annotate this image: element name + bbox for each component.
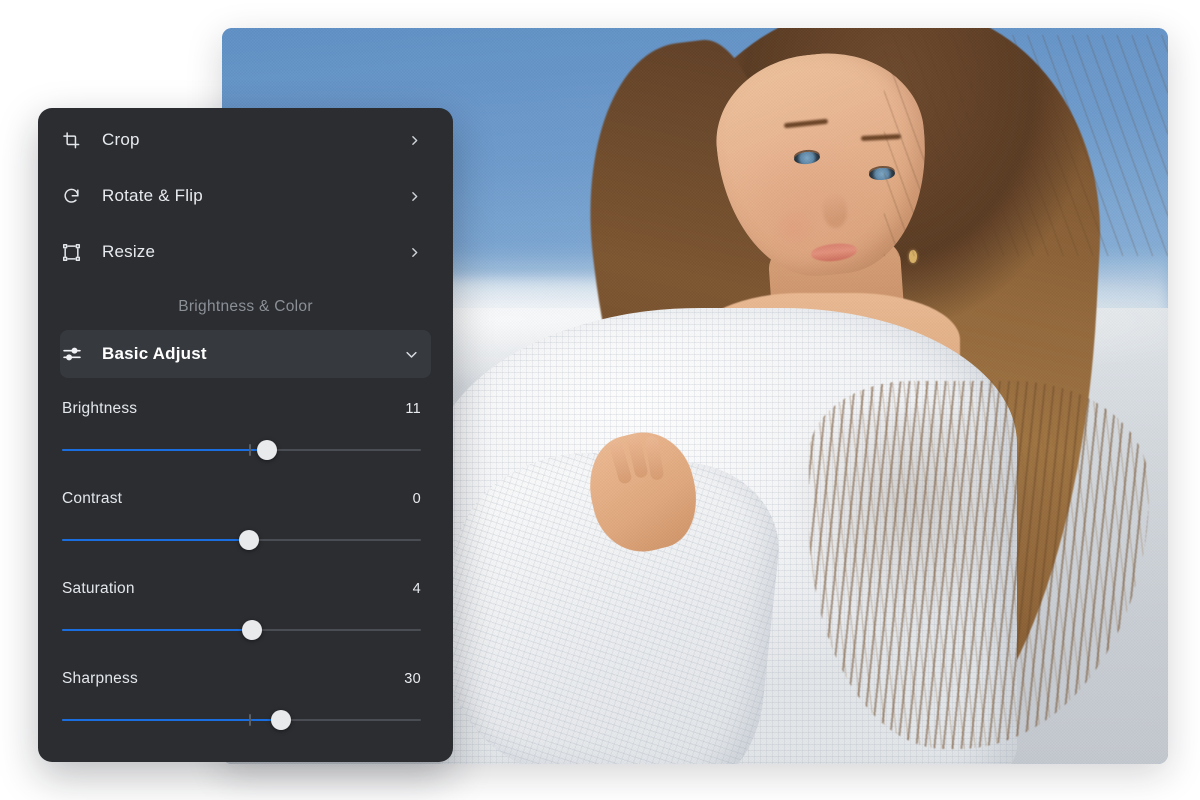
slider-header: Contrast 0	[62, 490, 421, 508]
app-canvas: Crop Rotate & Flip Resize Brightness & C…	[0, 0, 1200, 800]
crop-icon	[62, 131, 102, 150]
slider-brightness: Brightness 11	[60, 400, 431, 460]
slider-track-sharpness[interactable]	[62, 710, 421, 730]
slider-fill	[62, 629, 253, 631]
chevron-right-icon	[408, 134, 421, 147]
photo-cheek	[770, 212, 817, 246]
photo-flyaway-hair	[884, 35, 1168, 257]
slider-value: 30	[404, 671, 421, 687]
menu-item-label: Rotate & Flip	[102, 186, 203, 205]
menu-item-label: Crop	[102, 130, 140, 149]
slider-label: Sharpness	[62, 670, 138, 687]
slider-center-tick	[248, 714, 251, 726]
slider-track-contrast[interactable]	[62, 530, 421, 550]
sliders-icon	[62, 344, 102, 364]
slider-fill	[62, 539, 249, 541]
slider-label: Contrast	[62, 490, 123, 507]
menu-item-label: Resize	[102, 242, 156, 261]
slider-header: Saturation 4	[62, 580, 421, 598]
resize-icon	[62, 243, 102, 262]
slider-header: Brightness 11	[62, 400, 421, 418]
slider-fill	[62, 449, 267, 451]
menu-item-rotate-flip[interactable]: Rotate & Flip	[60, 168, 431, 224]
rotate-icon	[62, 187, 102, 206]
slider-contrast: Contrast 0	[60, 490, 431, 550]
section-label-brightness-color: Brightness & Color	[178, 298, 313, 315]
slider-thumb[interactable]	[270, 710, 291, 730]
slider-track-brightness[interactable]	[62, 440, 421, 460]
editor-tools-panel: Crop Rotate & Flip Resize Brightness & C…	[38, 108, 453, 762]
slider-saturation: Saturation 4	[60, 580, 431, 640]
slider-thumb[interactable]	[238, 530, 259, 550]
slider-header: Sharpness 30	[62, 670, 421, 688]
menu-item-resize[interactable]: Resize	[60, 224, 431, 280]
chevron-right-icon	[408, 246, 421, 259]
accordion-basic-adjust[interactable]: Basic Adjust	[60, 330, 431, 378]
slider-label: Saturation	[62, 580, 135, 597]
slider-center-tick	[248, 444, 251, 456]
slider-value: 11	[405, 401, 421, 417]
slider-list: Brightness 11 Contrast 0 Saturation 4 Sh…	[38, 378, 453, 730]
slider-thumb[interactable]	[242, 620, 263, 640]
slider-sharpness: Sharpness 30	[60, 670, 431, 730]
slider-value: 4	[412, 581, 421, 597]
accordion-label: Basic Adjust	[102, 344, 207, 363]
chevron-right-icon	[408, 190, 421, 203]
slider-track-saturation[interactable]	[62, 620, 421, 640]
chevron-down-icon	[404, 347, 419, 362]
slider-value: 0	[412, 491, 421, 507]
menu-item-crop[interactable]: Crop	[60, 112, 431, 168]
slider-label: Brightness	[62, 400, 138, 417]
slider-thumb[interactable]	[256, 440, 277, 460]
